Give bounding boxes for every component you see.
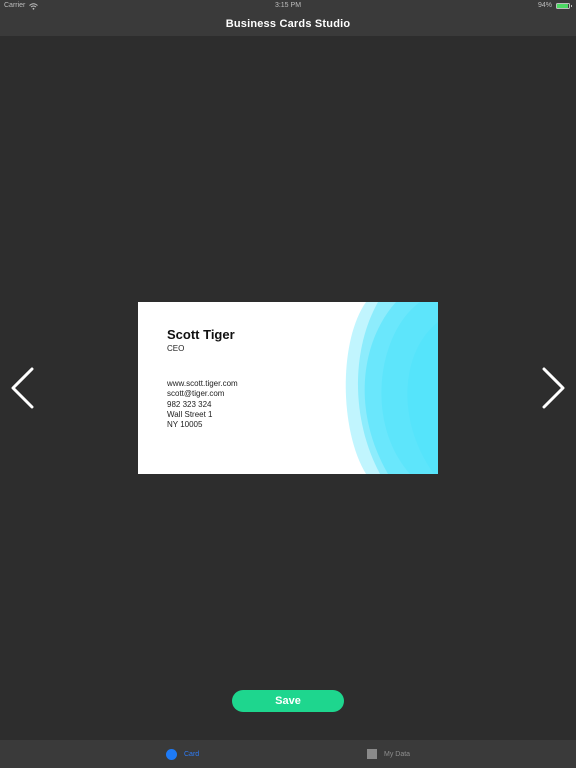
card-job-title: CEO xyxy=(167,344,185,353)
app-screen: Carrier 3:15 PM 94% Business Cards Studi… xyxy=(0,0,576,768)
tab-card[interactable]: Card xyxy=(166,740,199,768)
battery-tip xyxy=(570,5,572,7)
battery-icon xyxy=(556,3,572,9)
save-button[interactable]: Save xyxy=(232,690,344,712)
card-contact-details: www.scott.tiger.com scott@tiger.com 982 … xyxy=(167,379,238,430)
business-card-preview: Scott Tiger CEO www.scott.tiger.com scot… xyxy=(138,302,438,474)
tab-my-data-label: My Data xyxy=(384,750,411,758)
tab-bar: Card My Data xyxy=(0,740,576,768)
navigation-bar: Business Cards Studio xyxy=(0,12,576,36)
tab-card-label: Card xyxy=(184,750,200,758)
card-website: www.scott.tiger.com xyxy=(167,379,238,388)
card-phone: 982 323 324 xyxy=(167,399,212,409)
square-icon xyxy=(367,749,377,759)
status-right: 94% xyxy=(537,0,572,12)
status-time: 3:15 PM xyxy=(274,2,302,9)
tab-my-data[interactable]: My Data xyxy=(367,740,410,768)
page-title: Business Cards Studio xyxy=(225,18,351,30)
card-street: Wall Street 1 xyxy=(167,409,213,419)
next-card-button[interactable] xyxy=(538,366,568,410)
chevron-left-icon xyxy=(11,367,34,409)
battery-fill xyxy=(557,4,569,8)
circle-icon xyxy=(166,748,177,760)
status-bar: Carrier 3:15 PM 94% xyxy=(0,0,576,12)
battery-percent: 94% xyxy=(537,2,552,9)
chevron-right-icon xyxy=(542,367,565,409)
card-name: Scott Tiger xyxy=(167,327,235,342)
card-email: scott@tiger.com xyxy=(167,389,225,399)
previous-card-button[interactable] xyxy=(8,366,38,410)
card-city: NY 10005 xyxy=(167,420,203,430)
